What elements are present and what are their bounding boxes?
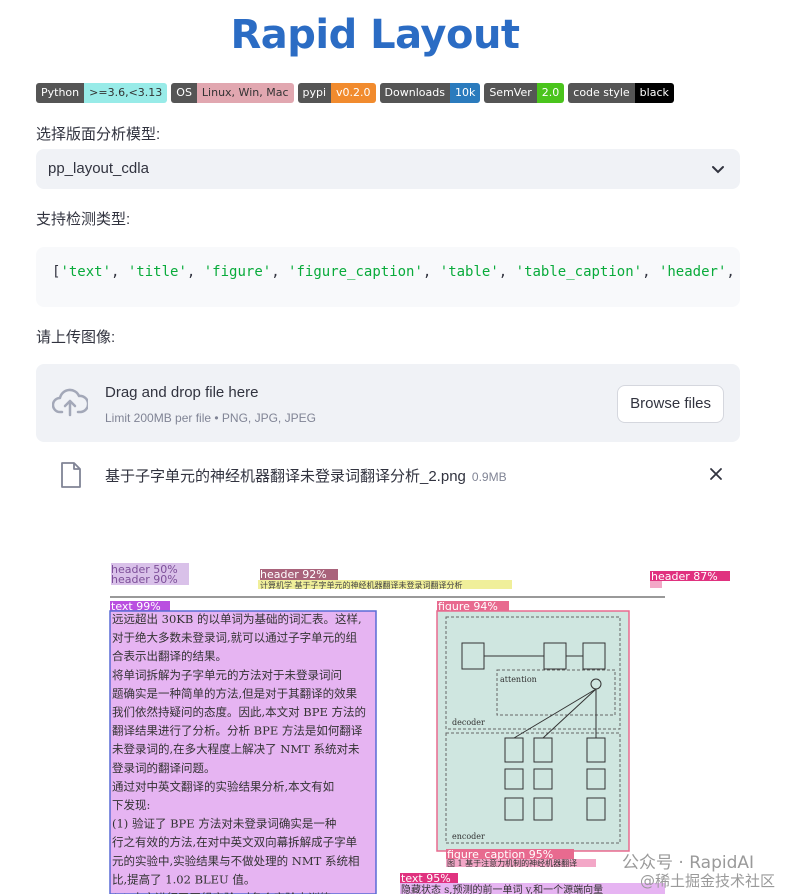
page-title: Rapid Layout <box>230 12 520 58</box>
type-string: 'header' <box>658 264 727 280</box>
badge-row: Python >=3.6,<3.13 OS Linux, Win, Mac pypi v0… <box>36 83 674 103</box>
scanned-text-line: 对于绝大多数未登录词,就可以通过子字单元的组 <box>112 631 358 645</box>
type-string: 'table' <box>439 264 499 280</box>
badge-label: code style <box>568 83 635 103</box>
scanned-text-line: 元的实验中,实验结果与不做处理的 NMT 系统相 <box>112 854 359 868</box>
layout-result-svg: header 50% header 90% header 92% 计算机学 基于… <box>0 555 792 894</box>
box-label-header-92: header 92% <box>260 568 327 581</box>
close-icon[interactable] <box>708 466 724 482</box>
figure-caption-text: 图 1 基于注意力机制的神经机器翻译 <box>447 858 577 868</box>
figure-attention-label: attention <box>500 675 537 684</box>
uploaded-file-name: 基于子字单元的神经机器翻译未登录词翻译分析_2.png 0.9MB <box>105 468 507 485</box>
badge-semver[interactable]: SemVer 2.0 <box>484 83 565 103</box>
badge-label: SemVer <box>484 83 537 103</box>
file-icon <box>61 462 81 488</box>
badge-python[interactable]: Python >=3.6,<3.13 <box>36 83 168 103</box>
dropzone-title: Drag and drop file here <box>105 384 259 401</box>
scanned-text-line: 通过对中英文翻译的实验结果分析,本文有如 <box>112 779 334 793</box>
badge-code-style[interactable]: code style black <box>568 83 674 103</box>
badge-value: black <box>634 83 674 103</box>
scanned-text-line: 比,提高了 1.02 BLEU 值。 <box>112 872 255 886</box>
scanned-text-line: 远远超出 30KB 的以单词为基础的词汇表。这样, <box>112 612 362 626</box>
badge-label: Python <box>36 83 85 103</box>
layout-result-image: header 50% header 90% header 92% 计算机学 基于… <box>0 555 792 894</box>
badge-value: 10k <box>449 83 481 103</box>
scanned-text-line: 行之有效的方法,在对中英文双向幕拆解成子字单 <box>112 835 357 849</box>
badge-os[interactable]: OS Linux, Win, Mac <box>171 83 294 103</box>
uploaded-file-size: 0.9MB <box>471 470 507 484</box>
types-code-text: ['text', 'title', 'figure', 'figure_capt… <box>52 264 735 280</box>
model-select-label: 选择版面分析模型: <box>36 126 161 143</box>
model-select[interactable]: pp_layout_cdla <box>36 149 740 189</box>
watermark-wechat: 公众号 · RapidAI <box>622 853 754 873</box>
badge-value: v0.2.0 <box>331 83 376 103</box>
scanned-text-line: 登录词的翻译问题。 <box>112 761 216 775</box>
scanned-text-line: 下发现: <box>112 798 150 812</box>
scanned-text-line: 合表示出翻译的结果。 <box>112 649 227 663</box>
badge-pypi[interactable]: pypi v0.2.0 <box>297 83 376 103</box>
box-label-header-90: header 90% <box>111 573 178 586</box>
scanned-text-line: (1) 验证了 BPE 方法对未登录词确实是一种 <box>112 817 336 831</box>
types-code-block: ['text', 'title', 'figure', 'figure_capt… <box>36 247 740 307</box>
badge-label: Downloads <box>379 83 450 103</box>
header-text: 计算机学 基于子字单元的神经机器翻译未登录词翻译分析 <box>260 580 463 590</box>
browse-files-button[interactable]: Browse files <box>617 385 724 423</box>
scanned-text-line: 我们依然持疑问的态度。因此,本文对 BPE 方法的 <box>112 705 366 719</box>
scanned-text-line: 将单词拆解为子字单元的方法对于未登录词问 <box>112 668 342 682</box>
model-select-value: pp_layout_cdla <box>48 160 149 177</box>
badge-label: OS <box>171 83 197 103</box>
scanned-text-line: 未登录词的,在多大程度上解决了 NMT 系统对未 <box>112 742 360 756</box>
badge-label: pypi <box>297 83 332 103</box>
uploaded-file: 基于子字单元的神经机器翻译未登录词翻译分析_2.png 0.9MB <box>60 460 740 490</box>
figure-decoder-label: decoder <box>452 718 485 727</box>
bottom-text: 隐藏状态 s,预测的前一单词 y,和一个源端向量 <box>401 883 603 894</box>
scanned-text-line: 翻译结果进行了分析。分析 BPE 方法是如何翻译 <box>112 724 363 738</box>
types-label: 支持检测类型: <box>36 211 131 228</box>
upload-label: 请上传图像: <box>36 329 116 346</box>
watermark-juejin: @稀土掘金技术社区 <box>640 872 775 890</box>
badge-value: 2.0 <box>536 83 565 103</box>
type-string: 'table_caption' <box>515 264 643 280</box>
badge-value: >=3.6,<3.13 <box>84 83 168 103</box>
scanned-text-line: 题确实是一种简单的方法,但是对于其翻译的效果 <box>112 686 358 700</box>
type-string: 'figure' <box>203 264 272 280</box>
figure-encoder-label: encoder <box>452 832 485 841</box>
badge-value: Linux, Win, Mac <box>196 83 294 103</box>
cloud-upload-icon <box>52 388 88 417</box>
type-string: 'text' <box>60 264 112 280</box>
dropzone-limit: Limit 200MB per file • PNG, JPG, JPEG <box>105 411 316 425</box>
type-string: 'title' <box>127 264 187 280</box>
badge-downloads[interactable]: Downloads 10k <box>379 83 481 103</box>
chevron-down-icon <box>712 166 724 174</box>
file-dropzone[interactable]: Drag and drop file here Limit 200MB per … <box>36 364 740 442</box>
type-string: 'figure_caption' <box>288 264 423 280</box>
